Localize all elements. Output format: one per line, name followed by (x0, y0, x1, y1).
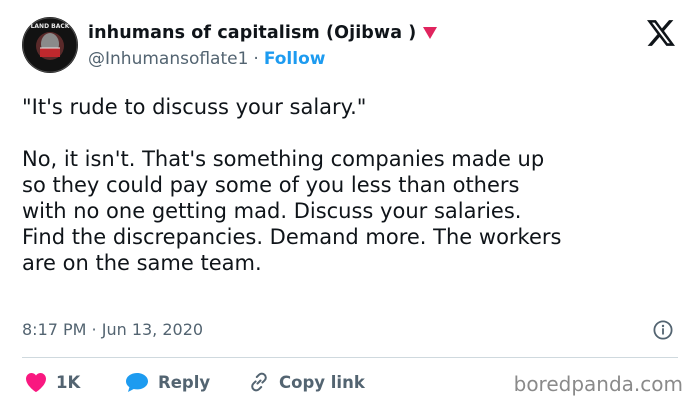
author-handle[interactable]: @Inhumansoflate1 (88, 49, 248, 69)
tweet-timestamp[interactable]: 8:17 PM · Jun 13, 2020 (22, 318, 203, 340)
reply-bubble-icon (126, 373, 148, 392)
divider (22, 357, 678, 358)
like-button[interactable]: 1K (24, 370, 80, 394)
reply-button[interactable]: Reply (124, 370, 210, 394)
author-name-row: inhumans of capitalism (Ojibwa ) (88, 21, 438, 45)
author-handle-row: @Inhumansoflate1 · Follow (88, 48, 325, 70)
copy-link-button[interactable]: Copy link (247, 370, 365, 394)
tweet-text: "It's rude to discuss your salary." No, … (22, 95, 562, 275)
copy-link-label: Copy link (279, 372, 365, 392)
watermark: boredpanda.com (513, 372, 683, 396)
avatar-text: LAND BACK (31, 23, 70, 30)
info-icon[interactable] (653, 320, 673, 340)
x-logo-icon[interactable] (647, 20, 675, 46)
reply-label: Reply (158, 372, 211, 392)
follow-button[interactable]: Follow (264, 49, 326, 69)
like-count: 1K (56, 372, 81, 392)
author-display-name[interactable]: inhumans of capitalism (Ojibwa ) (88, 23, 416, 43)
heart-icon (423, 27, 438, 39)
link-icon (251, 372, 267, 392)
avatar[interactable]: LAND BACK (22, 17, 78, 73)
separator-dot: · (253, 49, 259, 69)
heart-filled-icon (26, 373, 46, 392)
